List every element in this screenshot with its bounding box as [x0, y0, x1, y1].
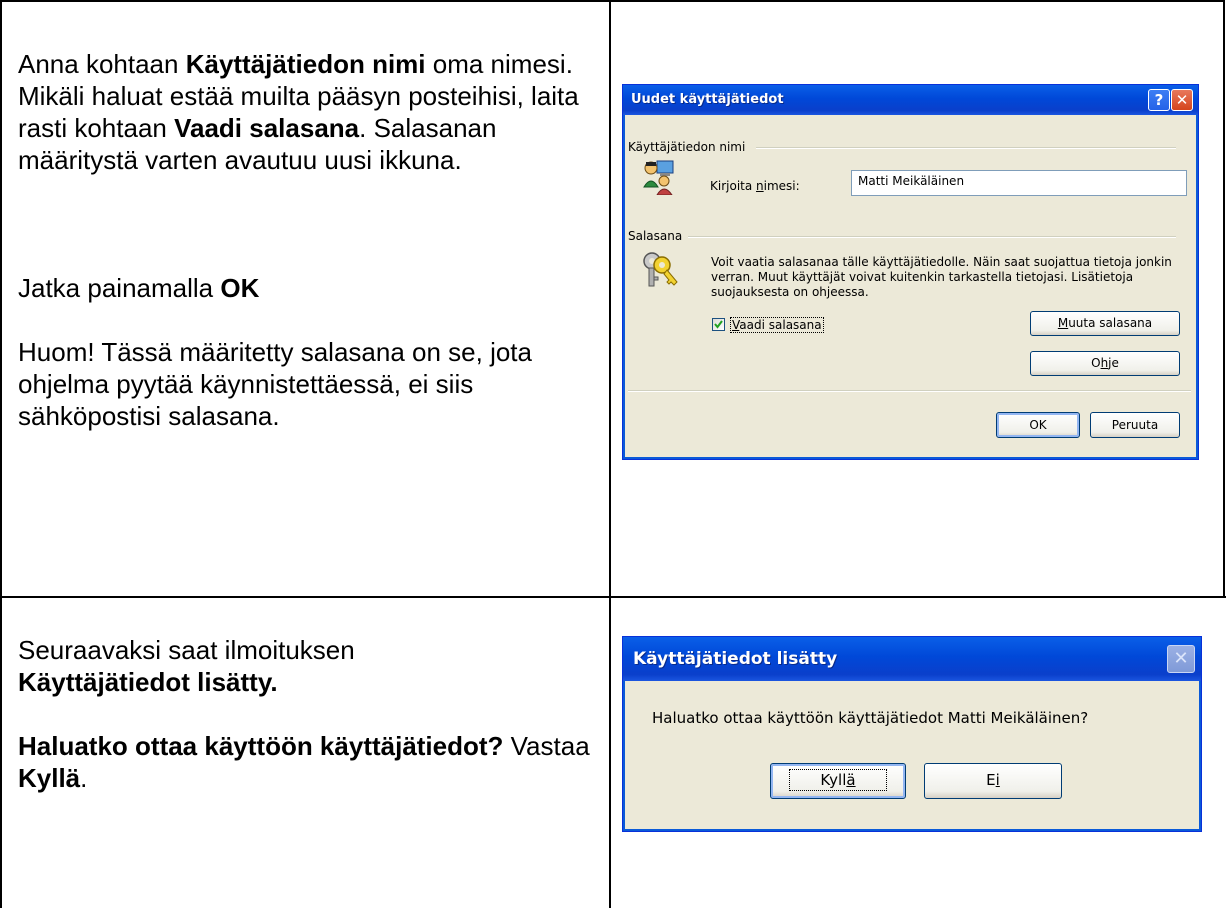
yes-button[interactable]: Kyllä — [770, 763, 906, 799]
help-icon[interactable]: ? — [1148, 89, 1170, 111]
ok-button[interactable]: OK — [996, 412, 1080, 438]
identity-name-input[interactable]: Matti Meikäläinen — [851, 170, 1187, 196]
table-border-middle — [609, 0, 611, 908]
buttons-separator — [628, 390, 1191, 392]
name-field-label: Kirjoita nimesi: — [710, 179, 800, 193]
require-password-label[interactable]: Vaadi salasana — [730, 317, 824, 333]
instruction-paragraph-2: Jatka painamalla OK — [18, 273, 260, 303]
table-border-left — [0, 0, 2, 908]
identity-added-dialog: Käyttäjätiedot lisätty ✕ Haluatko ottaa … — [622, 636, 1202, 832]
no-button[interactable]: Ei — [924, 763, 1062, 799]
password-description: Voit vaatia salasanaa tälle käyttäjätied… — [711, 255, 1172, 299]
table-border-right — [1223, 0, 1225, 598]
instruction-paragraph-5: Haluatko ottaa käyttöön käyttäjätiedot? … — [18, 731, 590, 793]
help-button[interactable]: Ohje — [1030, 351, 1180, 376]
dialog-title: Käyttäjätiedot lisätty — [633, 649, 838, 669]
require-password-checkbox[interactable] — [712, 318, 725, 331]
cancel-button[interactable]: Peruuta — [1090, 412, 1180, 438]
keys-icon — [640, 249, 680, 289]
instruction-paragraph-1: Anna kohtaan Käyttäjätiedon nimi oma nim… — [18, 49, 579, 175]
close-icon[interactable]: ✕ — [1171, 89, 1193, 111]
instruction-paragraph-4: Seuraavaksi saat ilmoituksen Käyttäjätied… — [18, 635, 355, 697]
users-icon — [642, 159, 676, 196]
dialog-titlebar: Käyttäjätiedot lisätty ✕ — [623, 637, 1201, 681]
identity-name-section-label: Käyttäjätiedon nimi — [628, 140, 746, 154]
change-password-button[interactable]: Muuta salasana — [1030, 311, 1180, 336]
close-icon: ✕ — [1167, 645, 1195, 673]
table-border-top — [0, 0, 1225, 2]
new-identity-dialog: Uudet käyttäjätiedot ? ✕ Käyttäjätiedon … — [622, 84, 1199, 460]
table-border-row-divider — [0, 596, 1226, 598]
dialog-titlebar: Uudet käyttäjätiedot ? ✕ — [623, 85, 1198, 115]
dialog-title: Uudet käyttäjätiedot — [631, 92, 784, 107]
instruction-paragraph-3: Huom! Tässä määritetty salasana on se, j… — [18, 337, 532, 431]
password-separator — [688, 236, 1176, 238]
instruction-cell-2: Seuraavaksi saat ilmoituksen Käyttäjätied… — [18, 634, 598, 794]
instruction-cell-1: Anna kohtaan Käyttäjätiedon nimi oma nim… — [18, 48, 598, 432]
confirmation-message: Haluatko ottaa käyttöön käyttäjätiedot M… — [652, 709, 1089, 727]
password-section-label: Salasana — [628, 229, 683, 243]
identity-name-separator — [756, 147, 1176, 149]
